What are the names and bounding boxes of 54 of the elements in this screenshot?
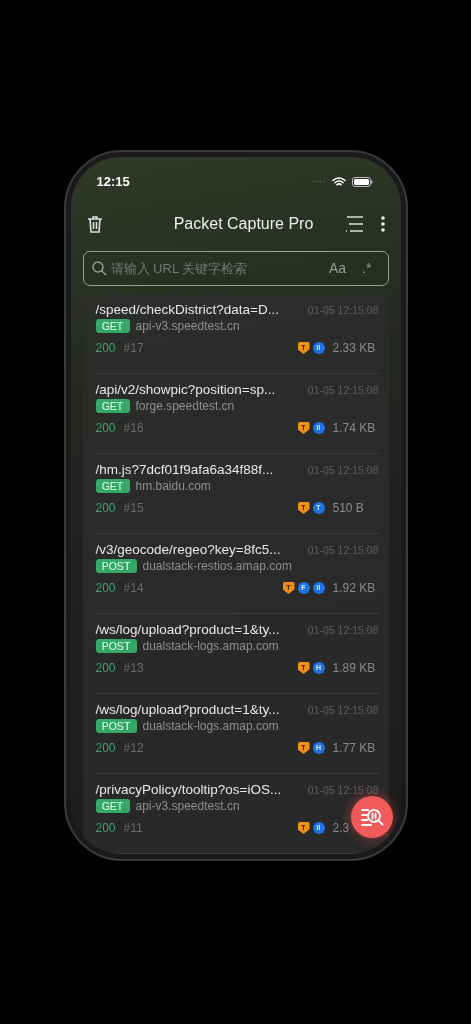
signal-icon [311,180,326,184]
response-size: 2.33 KB [332,341,377,355]
status-code: 200 [95,741,116,755]
status-code: 200 [95,341,116,355]
response-size: 1.89 KB [332,661,377,675]
request-path: /api/v2/showpic?position=sp... [95,382,276,397]
search-field[interactable]: 请输入 URL 关键字检索 Aa .* [82,250,389,286]
regex-toggle[interactable]: .* [356,260,378,277]
request-number: #14 [123,581,145,595]
clock: 12:15 [96,174,130,190]
request-path: /ws/log/upload?product=1&ty... [95,622,280,637]
request-path: /v3/geocode/regeo?key=8fc5... [95,542,281,557]
request-host: api-v3.speedtest.cn [135,799,240,813]
request-host: api-v3.speedtest.cn [135,319,240,333]
request-path: /ws/log/upload?product=1&ty... [95,702,280,717]
method-badge: GET [95,479,130,493]
wifi-icon [331,176,346,187]
method-badge: GET [95,799,130,813]
request-path: /speed/checkDistrict?data=D... [95,302,279,317]
response-size: 510 B [332,501,365,515]
method-badge: POST [95,719,137,733]
trash-icon[interactable] [86,214,103,233]
response-size: 1.74 KB [332,421,377,435]
request-host: hm.baidu.com [135,479,211,493]
search-icon [91,260,107,276]
request-number: #13 [123,661,145,675]
method-badge: GET [95,399,130,413]
status-code: 200 [95,821,116,835]
filter-list-icon[interactable] [344,215,363,232]
method-badge: GET [95,319,130,333]
request-number: #12 [123,741,145,755]
status-code: 200 [95,581,116,595]
app-title: Packet Capture Pro [172,214,315,233]
request-host: dualstack-logs.amap.com [142,719,279,733]
status-code: 200 [95,501,116,515]
request-path: /privacyPolicy/tooltip?os=iOS... [95,782,282,797]
request-number: #17 [123,341,145,355]
method-badge: POST [95,639,137,653]
case-toggle[interactable]: Aa [323,260,353,277]
request-number: #16 [123,421,145,435]
battery-icon [351,176,373,187]
response-size: 2.3 [332,821,351,835]
request-number: #11 [123,821,144,835]
status-code: 200 [95,661,116,675]
request-host: dualstack-logs.amap.com [142,639,279,653]
response-size: 1.92 KB [332,581,377,595]
more-icon[interactable] [380,215,385,232]
status-code: 200 [95,421,116,435]
request-number: #15 [123,501,145,515]
request-path: /hm.js?7dcf01f9afa6a34f88f... [95,462,274,477]
method-badge: POST [95,559,137,573]
request-host: forge.speedtest.cn [135,399,235,413]
response-size: 1.77 KB [332,741,377,755]
request-host: dualstack-restios.amap.com [142,559,292,573]
